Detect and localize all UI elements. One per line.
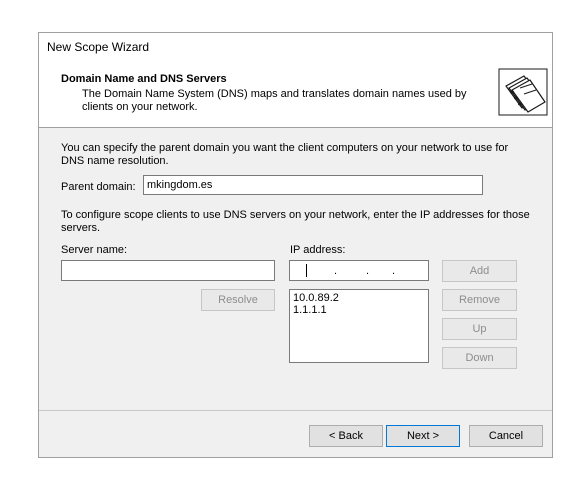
page-title: Domain Name and DNS Servers: [61, 73, 227, 85]
intro-text: You can specify the parent domain you wa…: [61, 142, 509, 167]
remove-button[interactable]: Remove: [442, 289, 517, 311]
back-button[interactable]: < Back: [309, 425, 383, 447]
parent-domain-label: Parent domain:: [61, 181, 136, 193]
next-button[interactable]: Next >: [386, 425, 460, 447]
server-name-input[interactable]: [61, 260, 275, 281]
down-button[interactable]: Down: [442, 347, 517, 369]
footer-separator: [39, 410, 552, 411]
ip-dot: .: [334, 265, 338, 277]
cancel-button[interactable]: Cancel: [469, 425, 543, 447]
ip-address-input[interactable]: . . .: [289, 260, 429, 281]
list-item[interactable]: 10.0.89.2: [293, 292, 425, 304]
list-item[interactable]: 1.1.1.1: [293, 304, 425, 316]
parent-domain-input[interactable]: [143, 175, 483, 195]
configure-text: To configure scope clients to use DNS se…: [61, 209, 530, 234]
dns-server-list[interactable]: 10.0.89.2 1.1.1.1: [289, 289, 429, 363]
address-book-icon: [498, 68, 548, 116]
ip-dot: .: [366, 265, 370, 277]
add-button[interactable]: Add: [442, 260, 517, 282]
text-cursor: [306, 264, 307, 277]
server-name-label: Server name:: [61, 244, 128, 256]
ip-address-label: IP address:: [290, 244, 346, 256]
resolve-button[interactable]: Resolve: [201, 289, 275, 311]
ip-dot: .: [392, 265, 396, 277]
window-title: New Scope Wizard: [47, 40, 150, 54]
page-description: The Domain Name System (DNS) maps and tr…: [82, 88, 467, 113]
up-button[interactable]: Up: [442, 318, 517, 340]
